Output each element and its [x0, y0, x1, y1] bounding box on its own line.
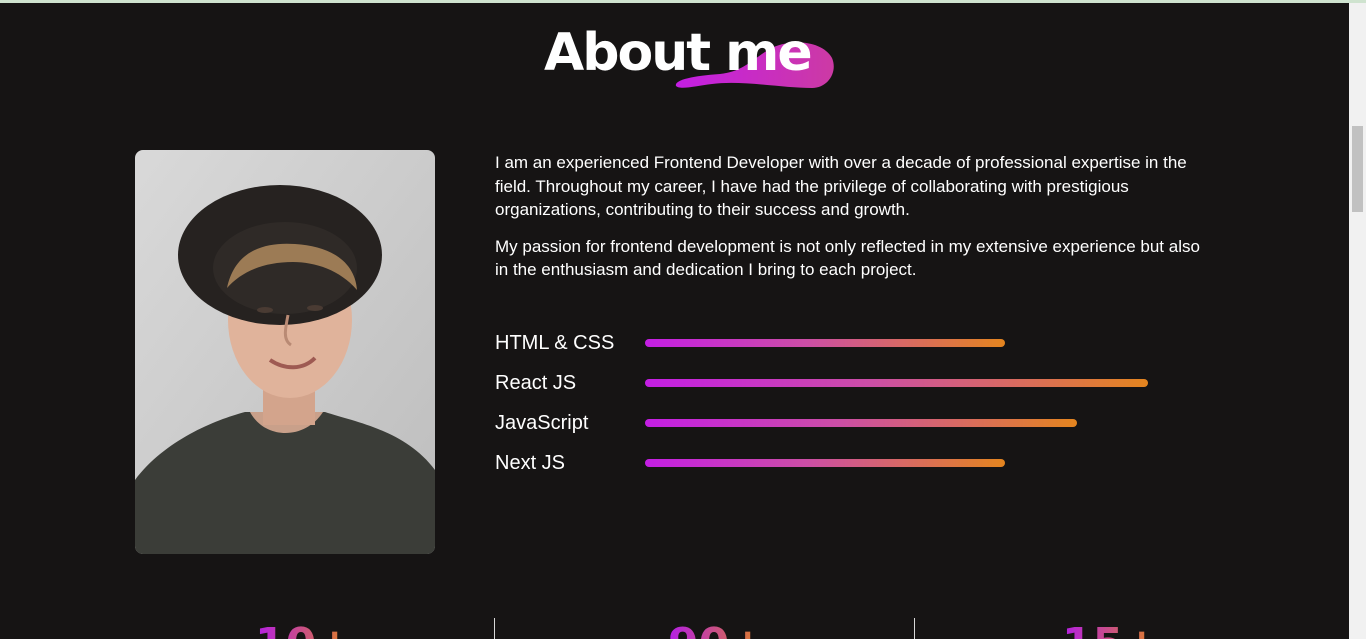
- bio-paragraph-2: My passion for frontend development is n…: [495, 236, 1200, 280]
- skill-bar-fill: [645, 459, 1005, 467]
- skill-bar-fill: [645, 419, 1077, 427]
- top-border: [0, 0, 1366, 3]
- skill-bar-fill: [645, 379, 1148, 387]
- scrollbar-thumb[interactable]: [1352, 126, 1363, 212]
- skill-bar-track: [645, 379, 1148, 387]
- skill-row-html-css: HTML & CSS: [495, 330, 1195, 370]
- skill-row-react-js: React JS: [495, 370, 1195, 410]
- stat-value: 90+: [668, 620, 766, 639]
- stats-divider: [914, 618, 915, 639]
- page-scrollbar[interactable]: [1349, 3, 1366, 639]
- stat-value: 10+: [255, 620, 353, 639]
- stat-value: 15+: [1062, 620, 1160, 639]
- skill-bar-track: [645, 459, 1148, 467]
- skill-bar-track: [645, 339, 1148, 347]
- page-title: About me: [544, 23, 813, 83]
- portrait-image: [135, 150, 435, 554]
- skill-name: React JS: [495, 372, 577, 394]
- section-heading: About me: [544, 20, 844, 90]
- stats-divider: [494, 618, 495, 639]
- skill-row-javascript: JavaScript: [495, 410, 1195, 450]
- skill-bar-track: [645, 419, 1148, 427]
- stats-row: 10+ 90+ 15+: [0, 600, 1349, 639]
- skills-list: HTML & CSS React JS JavaScript Next JS: [495, 330, 1195, 490]
- skill-row-next-js: Next JS: [495, 450, 1195, 490]
- skill-name: Next JS: [495, 452, 566, 474]
- profile-photo: [135, 150, 435, 554]
- skill-name: JavaScript: [495, 412, 589, 434]
- skill-bar-fill: [645, 339, 1005, 347]
- bio-text: I am an experienced Frontend Developer w…: [495, 151, 1205, 295]
- bio-paragraph-1: I am an experienced Frontend Developer w…: [495, 153, 1187, 219]
- skill-name: HTML & CSS: [495, 332, 615, 354]
